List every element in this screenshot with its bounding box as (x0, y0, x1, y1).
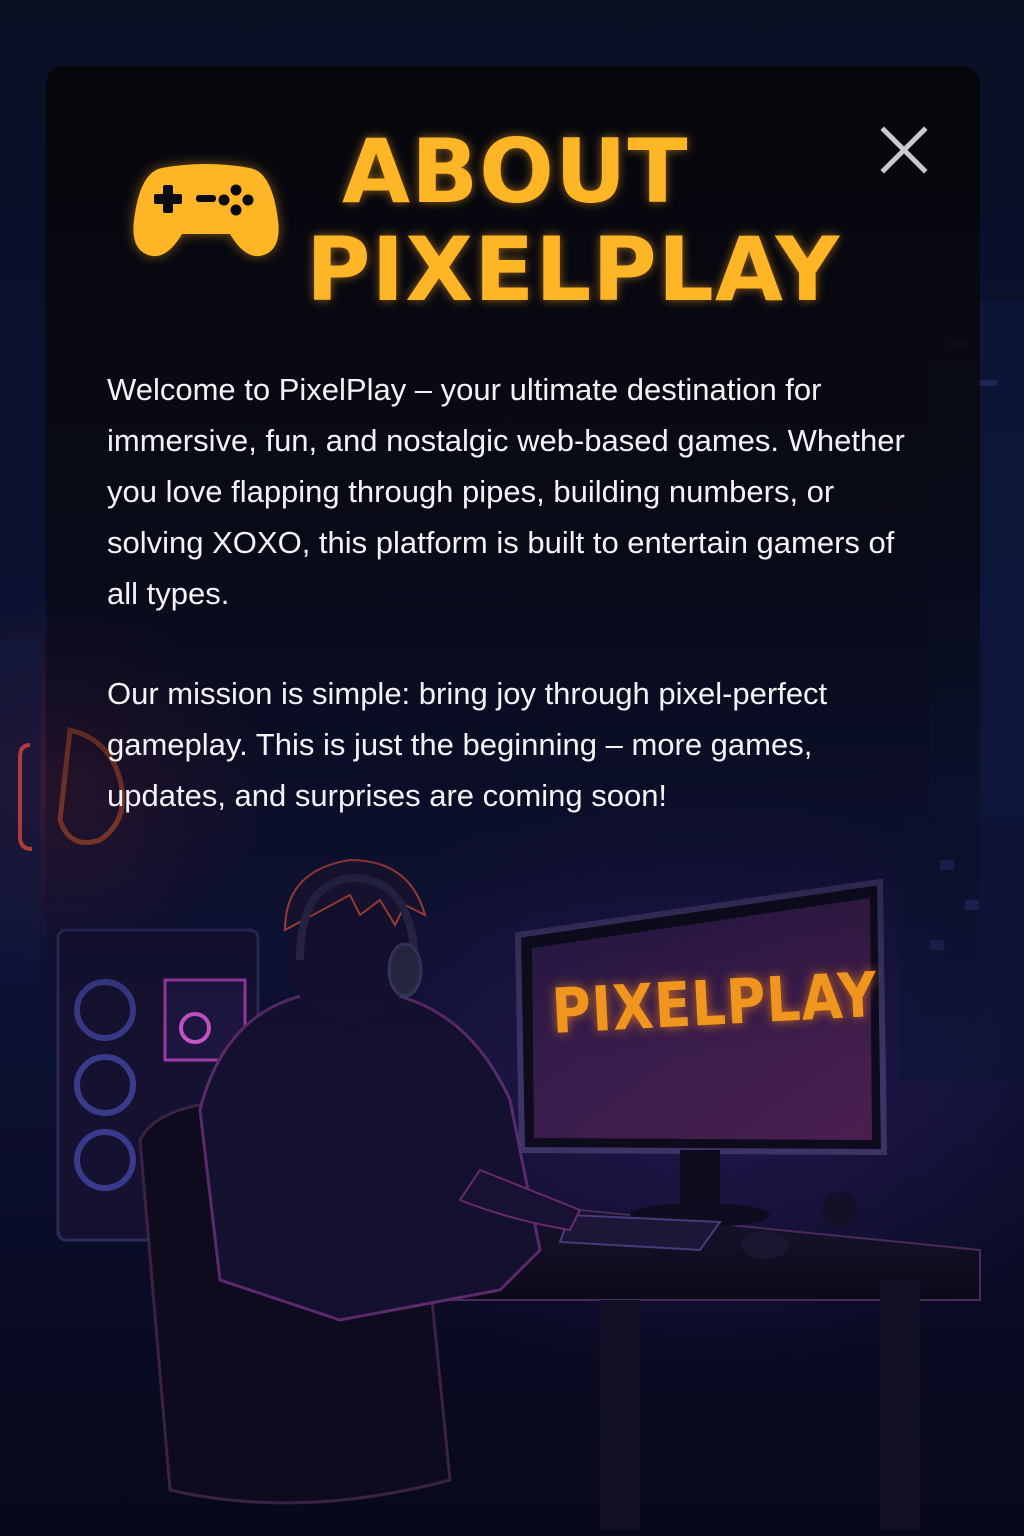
page-title-line-2: PIXELPLAY (306, 218, 841, 321)
about-page: ABOUT PIXELPLAY Welcome to PixelPlay – y… (0, 0, 1024, 1536)
page-title-line-1: ABOUT (342, 120, 689, 223)
game-controller-icon (132, 160, 280, 260)
modal-header: ABOUT PIXELPLAY (130, 120, 890, 330)
intro-paragraph: Welcome to PixelPlay – your ultimate des… (107, 372, 905, 611)
mission-paragraph: Our mission is simple: bring joy through… (107, 676, 828, 813)
